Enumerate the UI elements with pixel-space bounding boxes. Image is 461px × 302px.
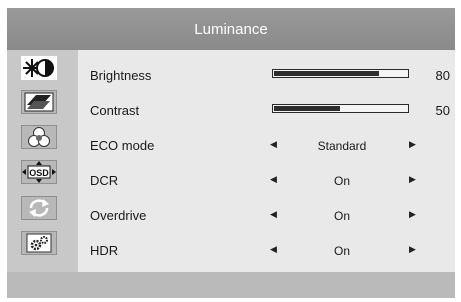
brightness-slider-fill bbox=[274, 71, 379, 76]
contrast-row[interactable]: Contrast 50 bbox=[78, 95, 455, 127]
eco-mode-label: ECO mode bbox=[90, 138, 155, 153]
dcr-right-arrow-icon[interactable]: ▶ bbox=[409, 174, 416, 185]
eco-mode-left-arrow-icon[interactable]: ◀ bbox=[270, 139, 277, 150]
brightness-label: Brightness bbox=[90, 68, 152, 83]
brightness-row[interactable]: Brightness 80 bbox=[78, 60, 455, 92]
eco-mode-value: Standard bbox=[317, 139, 367, 153]
category-sidebar: OSD bbox=[7, 50, 78, 272]
settings-icon bbox=[26, 233, 52, 253]
hdr-label: HDR bbox=[90, 243, 119, 258]
hdr-value: On bbox=[333, 244, 350, 258]
brightness-icon bbox=[23, 59, 54, 77]
dcr-row[interactable]: DCR ◀ On ▶ bbox=[78, 165, 455, 197]
sidebar-item-color[interactable] bbox=[21, 125, 57, 149]
hdr-row[interactable]: HDR ◀ On ▶ bbox=[78, 235, 455, 267]
menu-header: Luminance bbox=[7, 8, 455, 50]
dcr-left-arrow-icon[interactable]: ◀ bbox=[270, 174, 277, 185]
osd-icon: OSD bbox=[22, 161, 56, 183]
overdrive-value: On bbox=[333, 209, 350, 223]
eco-mode-right-arrow-icon[interactable]: ▶ bbox=[409, 139, 416, 150]
menu-title: Luminance bbox=[194, 20, 268, 38]
osd-icon-label: OSD bbox=[29, 168, 49, 178]
menu-footer bbox=[7, 272, 455, 298]
overdrive-right-arrow-icon[interactable]: ▶ bbox=[409, 209, 416, 220]
monitor-osd-menu: Luminance OSD Brightness 80 Contrast 50 … bbox=[7, 8, 455, 298]
dcr-label: DCR bbox=[90, 173, 119, 188]
sidebar-item-image[interactable] bbox=[21, 90, 57, 114]
overdrive-label: Overdrive bbox=[90, 208, 147, 223]
sidebar-item-reset[interactable] bbox=[21, 196, 57, 220]
overdrive-row[interactable]: Overdrive ◀ On ▶ bbox=[78, 200, 455, 232]
contrast-slider[interactable] bbox=[272, 104, 409, 113]
brightness-value: 80 bbox=[435, 68, 450, 83]
eco-mode-row[interactable]: ECO mode ◀ Standard ▶ bbox=[78, 130, 455, 162]
color-icon bbox=[28, 127, 50, 147]
brightness-slider[interactable] bbox=[272, 69, 409, 78]
contrast-value: 50 bbox=[435, 103, 450, 118]
sidebar-item-luminance[interactable] bbox=[21, 56, 57, 80]
sidebar-item-osd[interactable]: OSD bbox=[21, 160, 57, 184]
hdr-left-arrow-icon[interactable]: ◀ bbox=[270, 244, 277, 255]
hdr-right-arrow-icon[interactable]: ▶ bbox=[409, 244, 416, 255]
sidebar-item-settings[interactable] bbox=[21, 231, 57, 255]
contrast-label: Contrast bbox=[90, 103, 140, 118]
picture-icon bbox=[24, 92, 54, 112]
contrast-slider-fill bbox=[274, 106, 340, 111]
luminance-settings-panel: Brightness 80 Contrast 50 ECO mode ◀ Sta… bbox=[78, 50, 455, 272]
overdrive-left-arrow-icon[interactable]: ◀ bbox=[270, 209, 277, 220]
dcr-value: On bbox=[333, 174, 350, 188]
reset-icon bbox=[29, 199, 49, 217]
